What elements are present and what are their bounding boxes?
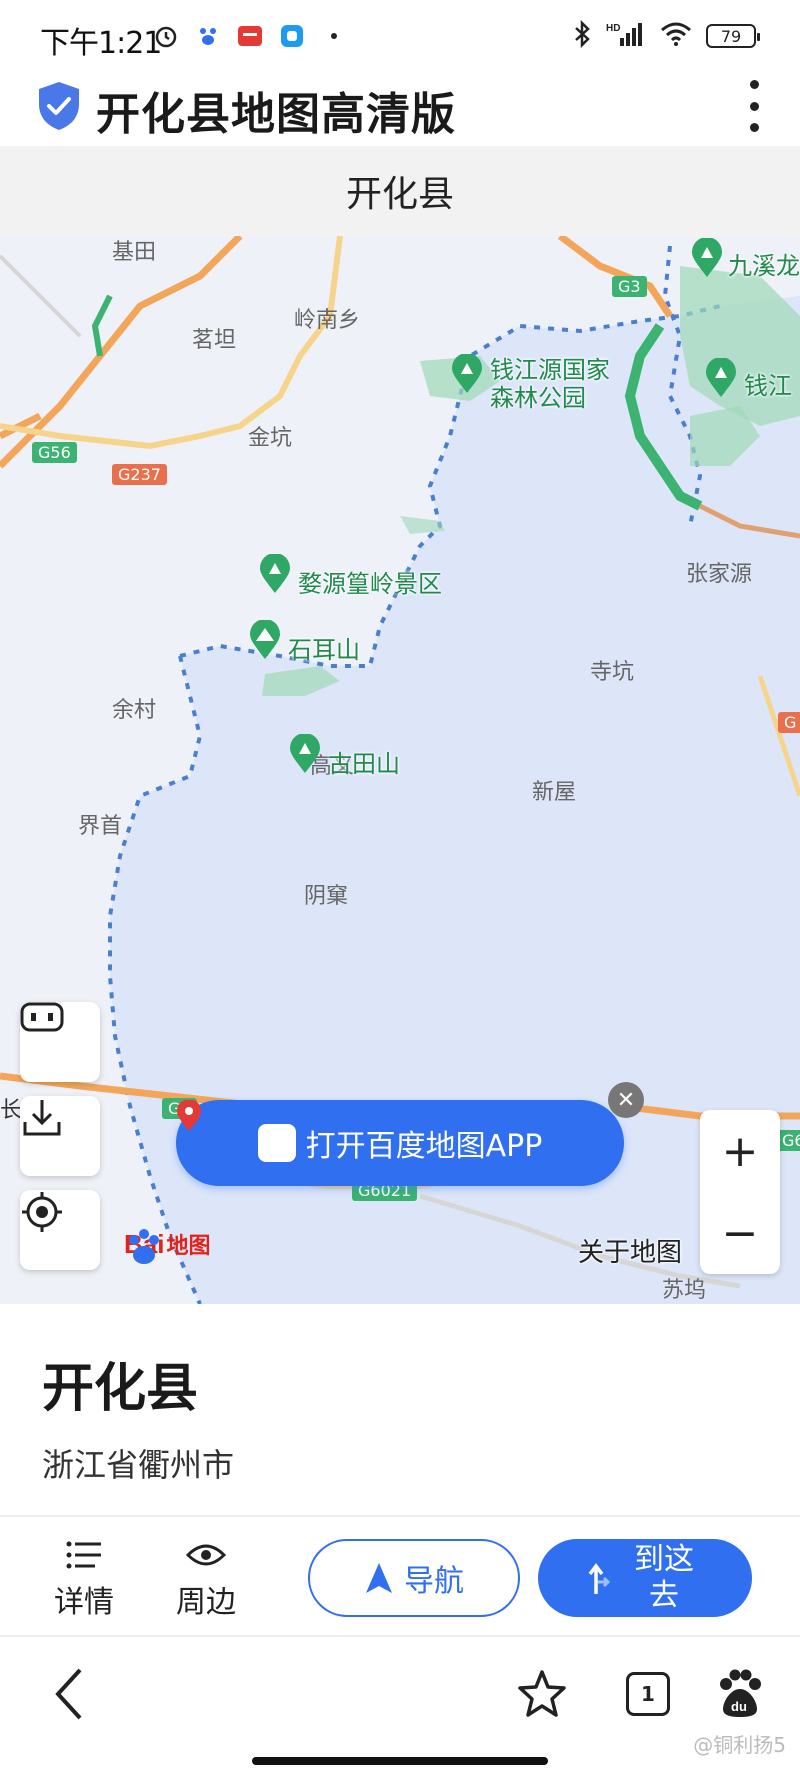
baidu-logo-suffix: 地图 <box>166 1234 211 1259</box>
poi-label[interactable]: 九溪龙 <box>728 246 800 281</box>
about-map-link[interactable]: 关于地图 <box>578 1232 682 1269</box>
tabs-button[interactable]: 1 <box>622 1661 674 1727</box>
park-pin-icon[interactable] <box>690 238 724 278</box>
status-time: 下午1:21 <box>40 26 162 61</box>
map-place-label: 金坑 <box>248 426 293 451</box>
map-place-label: 基田 <box>112 240 157 265</box>
go-here-label-line2: 去 <box>649 1578 679 1613</box>
road-shield: G237 <box>112 464 167 485</box>
go-here-label-line1: 到这 <box>634 1542 694 1577</box>
details-label: 详情 <box>54 1585 114 1620</box>
browser-toolbar: 1 du @铜利扬5 <box>0 1637 800 1778</box>
navigation-arrow-icon <box>366 1563 392 1593</box>
navigate-label: 导航 <box>404 1564 464 1599</box>
wifi-icon <box>660 21 692 51</box>
poi-label[interactable]: 古田山 <box>328 744 400 779</box>
mountain-pin-icon[interactable] <box>248 620 282 660</box>
map-view[interactable]: 基田 茗坦 岭南乡 金坑 张家源 寺坑 余村 高义 新屋 界首 阴窠 苏坞 长 … <box>0 236 800 1304</box>
park-pin-icon[interactable] <box>704 358 738 398</box>
watermark: @铜利扬5 <box>693 1733 786 1757</box>
news-app-icon <box>236 22 264 50</box>
dot-icon <box>320 22 348 50</box>
page-title: 开化县 <box>345 174 454 215</box>
status-bar: 下午1:21 HD 79 <box>0 0 800 70</box>
alarm-icon <box>152 22 180 50</box>
bluetooth-icon <box>572 19 592 52</box>
go-here-label: 到这去 <box>624 1542 704 1614</box>
baidu-paw-icon: du <box>720 1669 761 1717</box>
map-place-label: 余村 <box>112 698 157 723</box>
more-dot-icon <box>749 80 759 89</box>
park-pin-icon[interactable] <box>288 734 322 774</box>
map-place-label: 阴窠 <box>304 884 349 909</box>
open-app-label: 打开百度地图APP <box>305 1129 543 1164</box>
more-dot-icon <box>749 101 759 111</box>
route-arrow-icon <box>588 1563 611 1594</box>
details-button[interactable]: 详情 <box>44 1535 124 1621</box>
go-here-button[interactable]: 到这去 <box>538 1539 752 1617</box>
app-header: 开化县地图高清版 <box>0 70 800 146</box>
locate-me-button[interactable] <box>20 1190 100 1270</box>
road-shield: G <box>778 712 800 733</box>
park-pin-icon[interactable] <box>450 354 484 394</box>
zoom-controls: + − <box>700 1110 780 1274</box>
more-menu-button[interactable] <box>744 76 764 136</box>
baidu-paw-logo-icon <box>129 1229 159 1264</box>
railway <box>0 254 82 338</box>
svg-text:du: du <box>731 1699 747 1714</box>
back-button[interactable] <box>44 1661 94 1727</box>
road-shield: G3 <box>612 276 647 297</box>
poi-label[interactable]: 森林公园 <box>490 378 586 413</box>
page-title-bar: 开化县 <box>0 146 800 236</box>
poi-label[interactable]: 石耳山 <box>288 630 360 665</box>
navigate-button[interactable]: 导航 <box>308 1539 520 1617</box>
baidu-logo: Bai 地图 <box>124 1228 211 1264</box>
poi-label[interactable]: 钱江 <box>744 366 792 401</box>
traffic-toggle-button[interactable] <box>20 1002 100 1082</box>
open-baidu-app-button[interactable]: 打开百度地图APP <box>176 1100 624 1186</box>
tab-count: 1 <box>626 1672 670 1716</box>
map-place-label: 茗坦 <box>192 328 237 353</box>
map-edge-label: 长 <box>0 1098 23 1123</box>
place-region: 浙江省衢州市 <box>42 1446 235 1484</box>
map-place-label: 界首 <box>78 814 123 839</box>
chat-app-icon <box>278 22 306 50</box>
more-dot-icon <box>749 123 759 132</box>
list-icon <box>44 1535 124 1575</box>
svg-text:HD: HD <box>606 23 620 34</box>
eye-icon <box>166 1535 246 1575</box>
action-bar: 详情 周边 导航 到这去 <box>0 1517 800 1635</box>
map-place-label: 张家源 <box>686 562 753 587</box>
zoom-in-button[interactable]: + <box>700 1110 780 1192</box>
locate-icon <box>22 1192 62 1232</box>
map-place-label: 寺坑 <box>590 660 635 685</box>
road-shield: G56 <box>32 442 77 463</box>
poi-label[interactable]: 婺源篁岭景区 <box>298 564 442 599</box>
zoom-out-button[interactable]: − <box>700 1192 780 1274</box>
park-pin-icon[interactable] <box>258 554 292 594</box>
traffic-icon <box>20 1002 64 1032</box>
close-banner-button[interactable]: ✕ <box>608 1082 644 1118</box>
nearby-label: 周边 <box>176 1585 236 1620</box>
download-icon <box>23 1100 61 1136</box>
baidu-map-app-icon <box>177 1100 296 1162</box>
signal-icon: HD <box>606 20 646 52</box>
offline-download-button[interactable] <box>20 1096 100 1176</box>
baidu-home-button[interactable]: du <box>712 1661 768 1727</box>
map-place-label: 苏坞 <box>662 1278 707 1303</box>
home-indicator[interactable] <box>252 1757 548 1765</box>
place-name: 开化县 <box>42 1359 199 1419</box>
back-arrow-icon <box>55 1668 82 1720</box>
notification-icons <box>152 22 348 50</box>
battery-indicator: 79 <box>706 24 760 48</box>
system-icons: HD 79 <box>572 19 760 52</box>
map-place-label: 新屋 <box>532 780 577 805</box>
baidu-paw-icon <box>194 22 222 50</box>
star-icon <box>518 1670 566 1717</box>
favorite-button[interactable] <box>512 1661 572 1727</box>
nearby-button[interactable]: 周边 <box>166 1535 246 1621</box>
map-place-label: 岭南乡 <box>294 308 361 333</box>
shield-check-icon <box>39 82 79 130</box>
app-title: 开化县地图高清版 <box>96 89 456 140</box>
